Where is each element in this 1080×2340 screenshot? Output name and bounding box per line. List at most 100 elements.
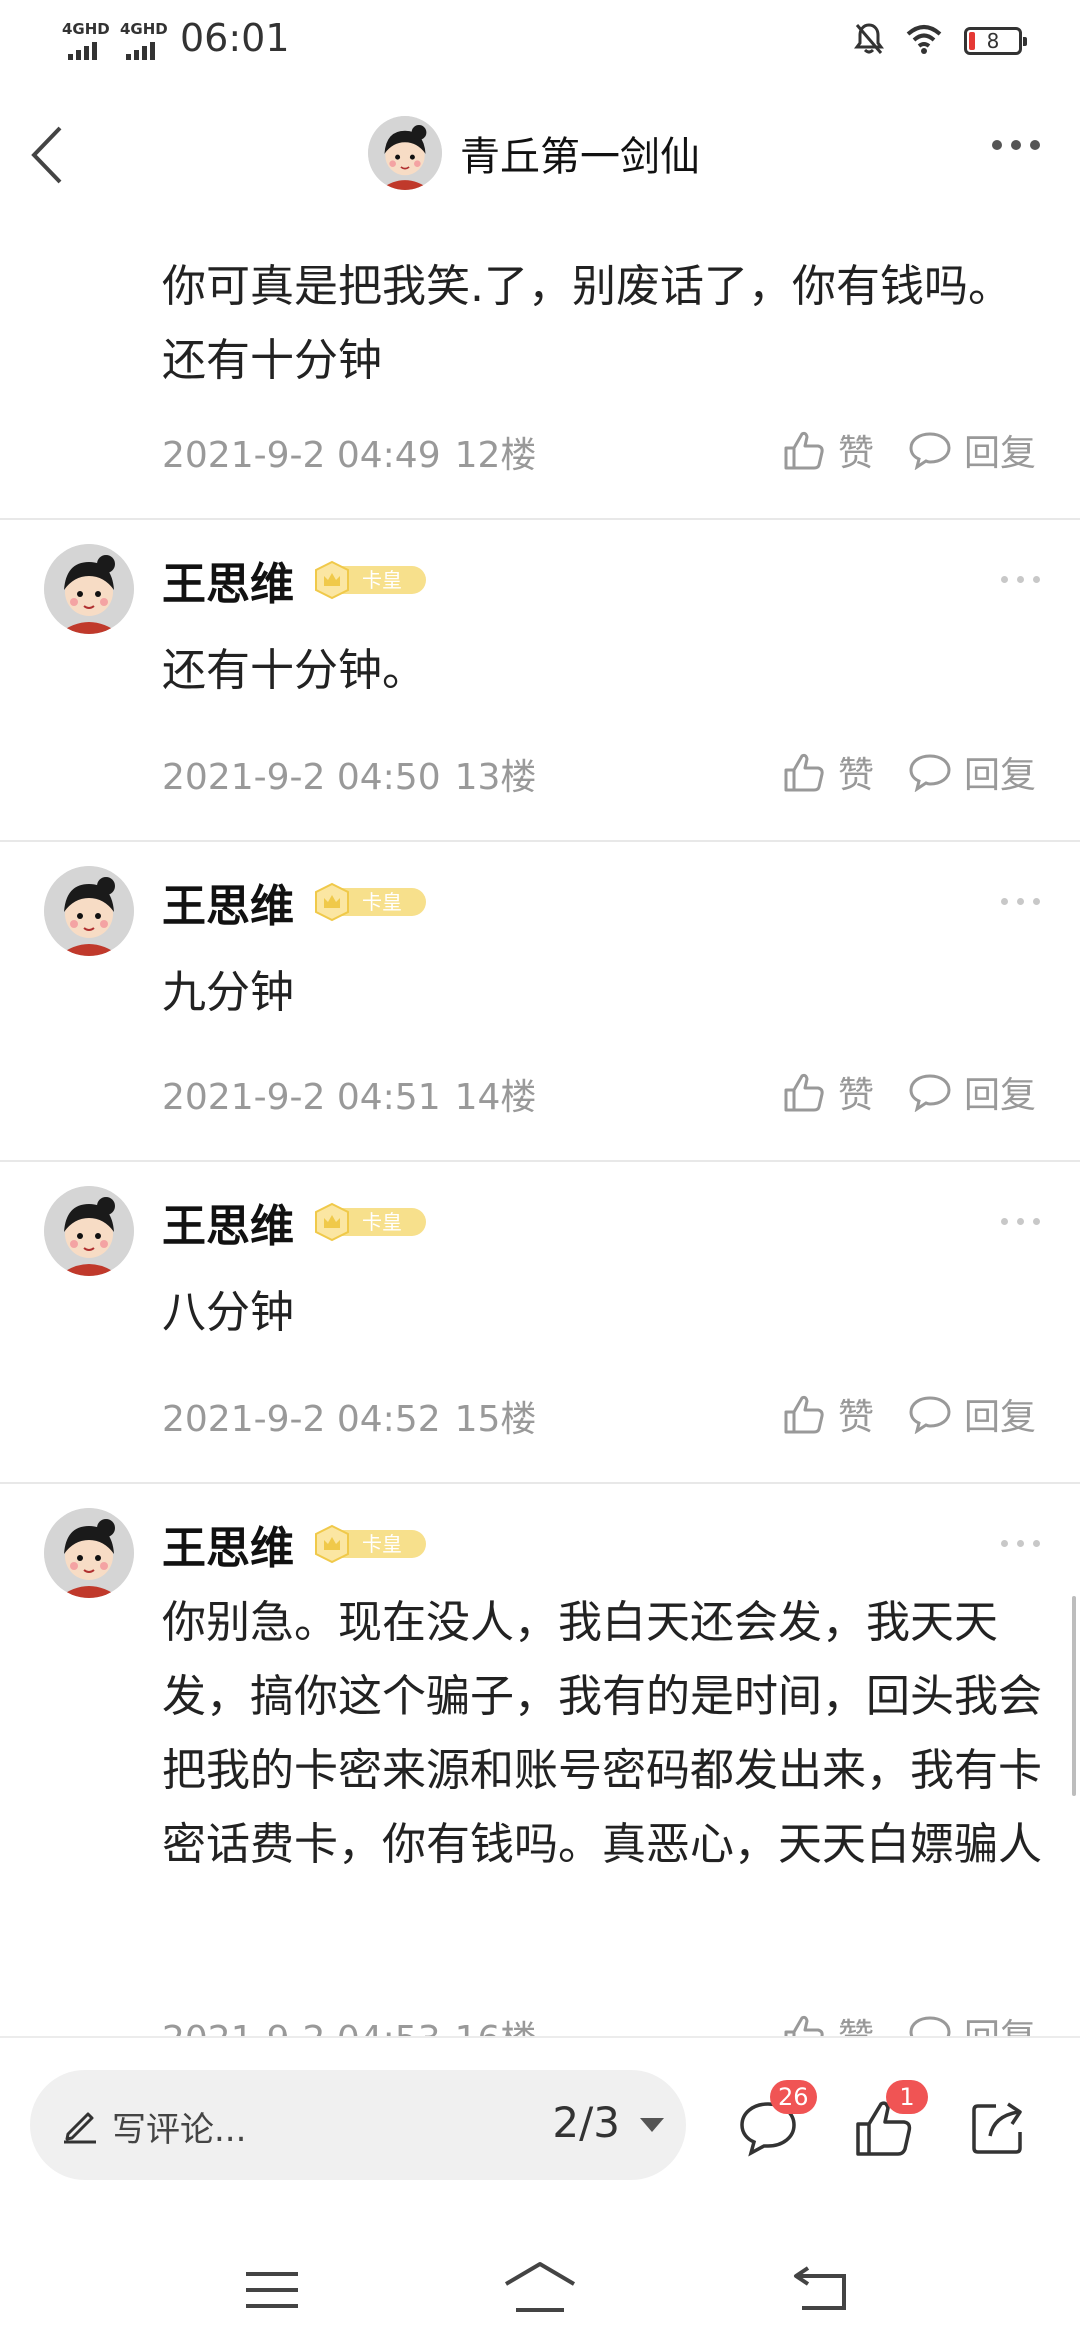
post-content: 八分钟 — [162, 1287, 294, 1338]
like-button[interactable]: 赞 — [782, 746, 874, 798]
level-badge-text: 卡皇 — [362, 1532, 402, 1556]
title-bar: 青丘第一剑仙 — [0, 80, 1080, 230]
post-floor-number: 12楼 — [454, 435, 537, 476]
comment-input[interactable]: 写评论... 2/3 — [30, 2070, 686, 2180]
post-floor-13: 王思维 卡皇 还有十分钟。 2021-9-2 04:50 13楼 赞 回复 — [0, 520, 1080, 842]
signal-2-icon: 4GHD — [120, 20, 176, 60]
like-button[interactable]: 赞 — [782, 1388, 874, 1440]
level-badge: 卡皇 — [312, 1202, 430, 1242]
speech-bubble-icon — [909, 432, 951, 470]
post-floor-15: 王思维 卡皇 八分钟 2021-9-2 04:52 15楼 赞 回复 — [0, 1162, 1080, 1484]
share-icon — [972, 2102, 1022, 2154]
home-icon — [504, 2262, 576, 2312]
reply-button[interactable]: 回复 — [908, 424, 1036, 476]
thumbs-up-icon — [784, 431, 824, 470]
battery-level: 8 — [986, 29, 1000, 53]
like-post-button[interactable]: 1 — [852, 2080, 928, 2160]
reply-label: 回复 — [964, 2008, 1036, 2036]
post-meta: 2021-9-2 04:51 14楼 — [162, 1068, 536, 1120]
home-button[interactable] — [500, 2250, 580, 2330]
like-label: 赞 — [838, 2008, 874, 2036]
level-badge-text: 卡皇 — [362, 1210, 402, 1234]
author-avatar[interactable] — [368, 116, 442, 190]
status-time: 06:01 — [180, 16, 290, 60]
username[interactable]: 王思维 — [162, 870, 294, 934]
like-label: 赞 — [837, 755, 874, 796]
like-button[interactable]: 赞 — [782, 2008, 874, 2036]
thumbs-up-icon — [784, 753, 824, 792]
menu-icon — [246, 2272, 298, 2308]
signal-1-icon: 4GHD — [62, 20, 118, 60]
floor-more-button[interactable] — [1001, 898, 1040, 905]
reply-label: 回复 — [963, 1075, 1036, 1116]
scrollbar[interactable] — [1072, 1596, 1076, 1796]
more-options-button[interactable] — [992, 140, 1040, 150]
system-nav-bar — [0, 2240, 1080, 2340]
post-actions: 赞 回复 — [782, 1066, 1036, 1118]
speech-bubble-icon — [909, 2016, 951, 2036]
level-badge: 卡皇 — [312, 560, 430, 600]
share-button[interactable] — [966, 2096, 1030, 2160]
floor-more-button[interactable] — [1001, 576, 1040, 583]
page-indicator[interactable]: 2/3 — [552, 2098, 620, 2147]
level-badge-text: 卡皇 — [362, 890, 402, 914]
user-avatar[interactable] — [44, 1186, 134, 1276]
back-nav-button[interactable] — [784, 2250, 864, 2330]
wifi-icon — [906, 24, 942, 58]
reply-button[interactable]: 回复 — [908, 1066, 1036, 1118]
post-content: 你可真是把我笑.了，别废话了，你有钱吗。还有十分钟 — [162, 261, 1012, 386]
post-meta: 2021-9-2 04:53 16楼 — [162, 2010, 536, 2036]
username[interactable]: 王思维 — [162, 548, 294, 612]
chevron-left-icon — [31, 126, 62, 184]
speech-bubble-icon — [909, 754, 951, 792]
reply-button[interactable]: 回复 — [908, 1388, 1036, 1440]
signal-1-label: 4GHD — [62, 20, 110, 38]
level-badge-text: 卡皇 — [362, 568, 402, 592]
reply-button[interactable]: 回复 — [908, 746, 1036, 798]
post-floor-12: 你可真是把我笑.了，别废话了，你有钱吗。还有十分钟 2021-9-2 04:49… — [0, 230, 1080, 520]
return-icon — [794, 2266, 846, 2310]
user-avatar[interactable] — [44, 866, 134, 956]
post-content: 九分钟 — [162, 967, 294, 1018]
username[interactable]: 王思维 — [162, 1190, 294, 1254]
post-date: 2021-9-2 04:53 — [162, 2019, 441, 2036]
signal-2-label: 4GHD — [120, 20, 168, 38]
user-avatar[interactable] — [44, 1508, 134, 1598]
post-floor-16: 王思维 卡皇 你别急。现在没人，我白天还会发，我天天发，搞你这个骗子，我有的是时… — [0, 1484, 1080, 2036]
thumbs-up-icon — [784, 2015, 824, 2036]
post-actions: 赞 回复 — [782, 1388, 1036, 1440]
back-button[interactable] — [20, 120, 90, 190]
post-floor-number: 15楼 — [454, 1399, 537, 1440]
comment-placeholder: 写评论... — [112, 2110, 247, 2150]
level-badge: 卡皇 — [312, 882, 430, 922]
post-content: 还有十分钟。 — [162, 645, 426, 696]
like-count-badge: 1 — [886, 2080, 928, 2114]
user-avatar[interactable] — [44, 544, 134, 634]
post-date: 2021-9-2 04:52 — [162, 1399, 441, 1440]
speech-bubble-icon — [909, 1074, 951, 1112]
like-button[interactable]: 赞 — [782, 424, 874, 476]
caret-down-icon[interactable] — [640, 2118, 664, 2132]
post-date: 2021-9-2 04:50 — [162, 757, 441, 798]
post-content: 你别急。现在没人，我白天还会发，我天天发，搞你这个骗子，我有的是时间，回头我会把… — [162, 1597, 1042, 1870]
reply-label: 回复 — [963, 1397, 1036, 1438]
reply-button[interactable]: 回复 — [908, 2008, 1036, 2036]
menu-button[interactable] — [232, 2250, 312, 2330]
post-actions: 赞 回复 — [782, 746, 1036, 798]
like-label: 赞 — [837, 1397, 874, 1438]
like-button[interactable]: 赞 — [782, 1066, 874, 1118]
comments-button[interactable]: 26 — [736, 2080, 817, 2160]
username[interactable]: 王思维 — [162, 1512, 294, 1576]
floor-more-button[interactable] — [1001, 1218, 1040, 1225]
post-floor-number: 16楼 — [455, 2019, 537, 2036]
status-bar: 4GHD 4GHD 06:01 8 — [0, 0, 1080, 80]
post-date: 2021-9-2 04:51 — [162, 1077, 441, 1118]
thumbs-up-icon — [784, 1073, 824, 1112]
post-meta: 2021-9-2 04:49 12楼 — [162, 426, 536, 478]
like-label: 赞 — [837, 1075, 874, 1116]
comment-count-badge: 26 — [770, 2080, 817, 2114]
pen-icon — [60, 2104, 100, 2148]
post-actions: 赞 回复 — [782, 424, 1036, 476]
reply-label: 回复 — [963, 433, 1036, 474]
floor-more-button[interactable] — [1001, 1540, 1040, 1547]
